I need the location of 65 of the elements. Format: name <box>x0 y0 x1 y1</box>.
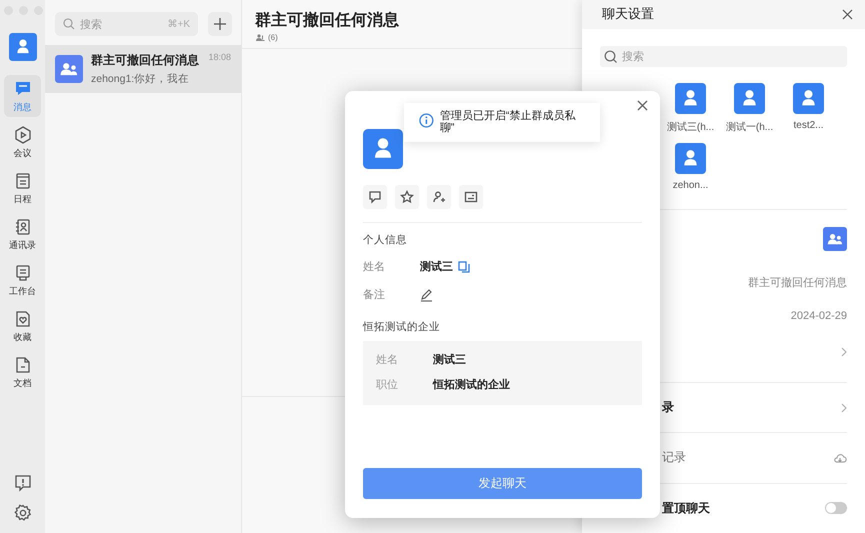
close-button[interactable] <box>637 100 648 111</box>
member-count: (6) <box>268 33 278 42</box>
settings-icon[interactable] <box>12 503 32 523</box>
conversation-item[interactable]: 群主可撤回任何消息 18:08 zehong1:你好，我在 <box>45 45 241 93</box>
close-button[interactable] <box>842 8 853 20</box>
action-button[interactable] <box>459 185 483 209</box>
profile-avatar <box>363 129 403 169</box>
pin-toggle[interactable] <box>825 502 847 514</box>
section-title: 个人信息 <box>363 233 408 247</box>
member-avatar <box>675 83 706 114</box>
section-title: 恒拓测试的企业 <box>363 320 441 334</box>
info-icon <box>419 113 434 128</box>
toast: 管理员已开启“禁止群成员私聊” <box>404 103 600 142</box>
nav-tab[interactable]: 工作台 <box>4 259 41 301</box>
conversation-time: 18:08 <box>208 52 231 64</box>
nav-tab[interactable]: 收藏 <box>4 305 41 347</box>
conversation-title: 群主可撤回任何消息 <box>91 52 199 69</box>
pencil-icon[interactable] <box>420 288 433 302</box>
user-avatar[interactable] <box>8 33 36 61</box>
group-avatar <box>823 227 847 252</box>
member-item[interactable]: 测试一(h... <box>720 83 779 134</box>
settings-row[interactable]: 录 <box>582 382 865 432</box>
add-button[interactable] <box>208 12 232 36</box>
field-label: 备注 <box>363 288 386 302</box>
close-icon <box>637 100 648 111</box>
chevron-icon <box>841 347 847 358</box>
member-item[interactable]: test2... <box>779 83 838 134</box>
message-icon <box>368 190 382 204</box>
member-avatar <box>793 83 824 114</box>
created-date: 2024-02-29 <box>790 310 847 322</box>
group-avatar <box>55 55 83 83</box>
member-avatar <box>675 143 706 174</box>
action-button[interactable] <box>363 185 387 209</box>
copy-icon[interactable] <box>458 260 470 272</box>
card-icon <box>464 190 478 204</box>
close-icon <box>842 8 853 20</box>
chevron-icon <box>841 402 847 413</box>
nav-tab[interactable]: 日程 <box>4 167 41 209</box>
nav-tab[interactable]: 通讯录 <box>4 213 41 255</box>
message-preview: zehong1:你好，我在 <box>91 72 190 86</box>
members-icon <box>255 33 265 42</box>
field-label: 姓名 <box>376 353 399 367</box>
member-item[interactable]: 测试三(h... <box>661 83 720 134</box>
video-icon <box>12 125 32 145</box>
cloud-icon <box>833 452 847 464</box>
search-icon <box>63 18 75 30</box>
star-icon <box>400 190 414 204</box>
field-value: 恒拓测试的企业 <box>433 378 510 392</box>
add-contact-icon <box>432 190 446 204</box>
field-value: 测试三 <box>420 260 453 274</box>
field-label: 职位 <box>376 378 399 392</box>
chat-title: 群主可撤回任何消息 <box>255 10 399 31</box>
field-value: 测试三 <box>433 352 466 367</box>
feedback-icon[interactable] <box>12 473 32 493</box>
action-button[interactable] <box>427 185 451 209</box>
panel-title: 聊天设置 <box>602 5 654 24</box>
search-icon <box>604 50 617 64</box>
field-label: 姓名 <box>363 260 386 274</box>
nav-tab[interactable]: 会议 <box>4 121 41 163</box>
plus-icon <box>214 18 226 30</box>
nav-tab[interactable]: 文档 <box>4 351 41 393</box>
member-item[interactable]: zehon... <box>661 143 720 192</box>
group-name: 群主可撤回任何消息 <box>748 276 847 290</box>
member-avatar <box>734 83 765 114</box>
action-button[interactable] <box>395 185 419 209</box>
